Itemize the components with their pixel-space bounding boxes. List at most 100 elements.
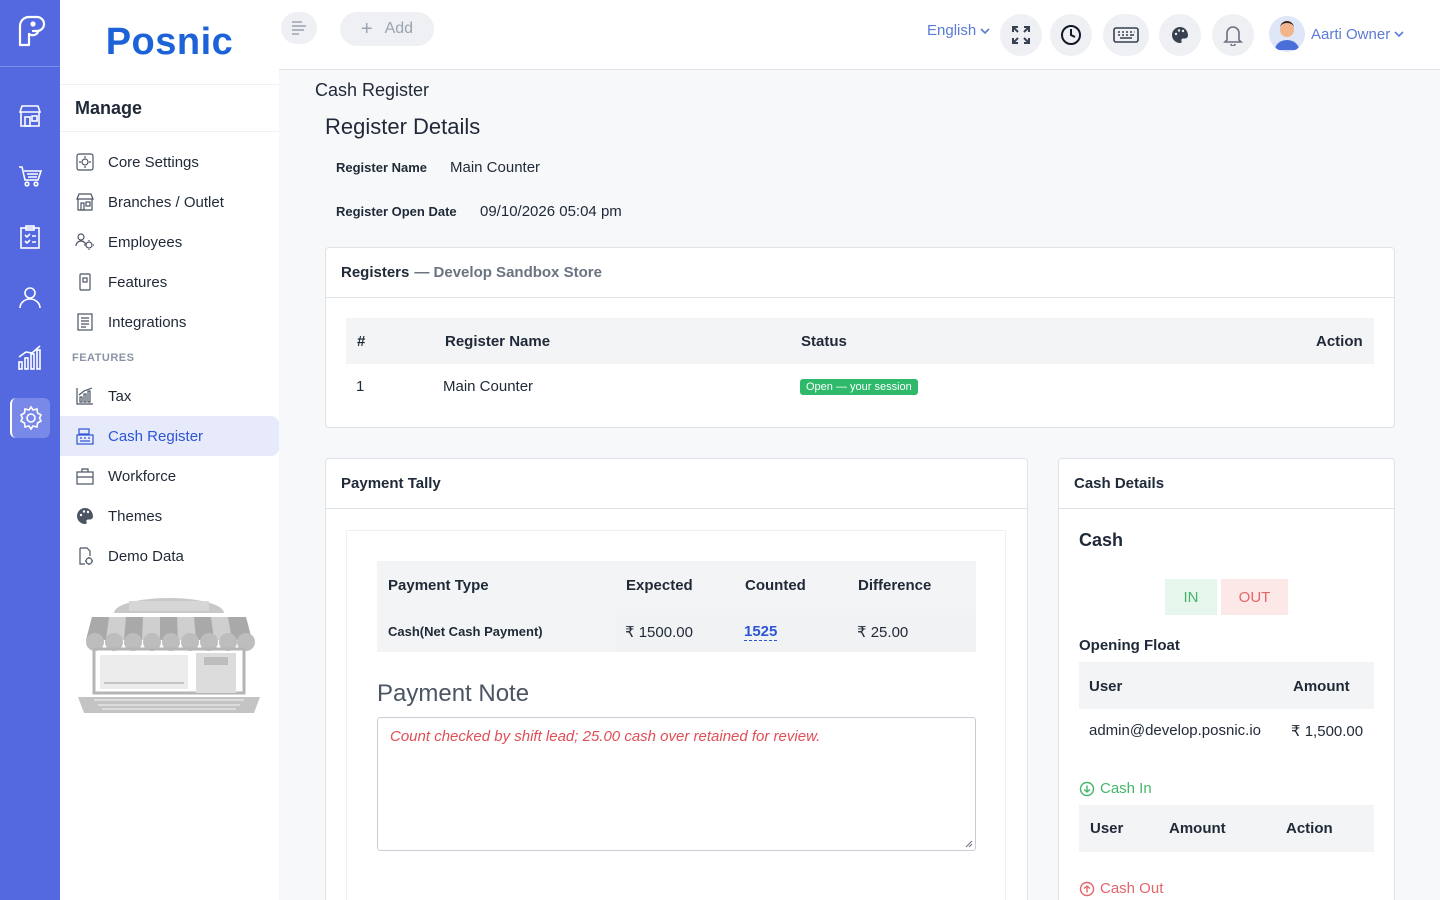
app-logo-icon[interactable] xyxy=(12,14,48,50)
cart-icon[interactable] xyxy=(10,156,50,196)
user-name: Aarti Owner xyxy=(1311,25,1391,43)
menu-icon xyxy=(292,21,306,35)
payment-type-cell: Cash(Net Cash Payment) xyxy=(388,624,543,639)
sidebar-item-features[interactable]: Features xyxy=(60,262,279,302)
settings-icon[interactable] xyxy=(10,398,50,438)
language-dropdown[interactable]: English xyxy=(927,22,991,39)
branches-icon xyxy=(75,192,95,212)
sidebar-item-demo-data[interactable]: Demo Data xyxy=(60,536,279,576)
open-date-value: 09/10/2026 05:04 pm xyxy=(480,203,622,220)
column-header: Action xyxy=(1316,333,1363,350)
brand-logo[interactable]: Posnic xyxy=(60,0,279,84)
cash-in-button[interactable]: IN xyxy=(1165,579,1217,615)
sidebar-item-label: Workforce xyxy=(108,467,177,485)
avatar xyxy=(1269,16,1305,52)
payment-note-title: Payment Note xyxy=(377,680,530,707)
sidebar-item-cash-register[interactable]: Cash Register xyxy=(60,416,279,456)
registers-card-header: Registers — Develop Sandbox Store xyxy=(326,248,1394,298)
palette-icon xyxy=(75,506,95,526)
counted-editable-value[interactable]: 1525 xyxy=(744,623,778,641)
opening-float-title: Opening Float xyxy=(1079,637,1180,654)
cash-details-header: Cash Details xyxy=(1059,459,1394,509)
cash-heading: Cash xyxy=(1079,530,1124,550)
column-header: Counted xyxy=(745,577,806,594)
sidebar-section-label: FEATURES xyxy=(72,352,135,364)
store-icon[interactable] xyxy=(10,96,50,136)
language-label: English xyxy=(927,22,977,39)
sidebar-item-label: Core Settings xyxy=(108,153,199,171)
sidebar-item-label: Branches / Outlet xyxy=(108,193,224,211)
bell-icon[interactable] xyxy=(1212,14,1254,56)
table-cell-register-name: Main Counter xyxy=(443,378,534,395)
clipboard-icon[interactable] xyxy=(10,217,50,257)
difference-cell: ₹ 25.00 xyxy=(857,624,909,641)
sidebar-item-label: Tax xyxy=(108,387,132,405)
sidebar-heading: Manage xyxy=(60,84,279,132)
chevron-down-icon xyxy=(1394,31,1404,38)
integrations-icon xyxy=(75,312,95,332)
arrow-up-circle-icon xyxy=(1079,881,1095,896)
payment-note-textarea[interactable]: Count checked by shift lead; 25.00 cash … xyxy=(377,717,976,851)
arrow-down-circle-icon xyxy=(1079,781,1095,796)
payment-tally-header: Payment Tally xyxy=(326,459,1027,509)
resize-handle-icon[interactable] xyxy=(965,840,973,848)
column-header: Payment Type xyxy=(388,577,489,594)
registers-card-title: Registers xyxy=(341,264,410,281)
cash-in-label: Cash In xyxy=(1100,780,1152,797)
sidebar-item-core-settings[interactable]: Core Settings xyxy=(60,142,279,182)
column-header: User xyxy=(1090,820,1124,837)
registers-card-subtitle: — Develop Sandbox Store xyxy=(414,264,602,281)
page-title: Register Details xyxy=(325,114,481,139)
column-header: Expected xyxy=(626,577,693,594)
sidebar-item-label: Themes xyxy=(108,507,163,525)
sidebar-item-themes[interactable]: Themes xyxy=(60,496,279,536)
sidebar-item-label: Demo Data xyxy=(108,547,184,565)
expected-cell: ₹ 1500.00 xyxy=(625,624,693,641)
workforce-icon xyxy=(75,466,95,486)
cash-register-icon xyxy=(75,426,95,446)
add-button[interactable]: + Add xyxy=(340,12,434,46)
status-badge: Open — your session xyxy=(800,379,918,395)
chevron-down-icon xyxy=(980,27,990,34)
payment-note-text: Count checked by shift lead; 25.00 cash … xyxy=(390,728,821,745)
cash-out-label: Cash Out xyxy=(1100,880,1164,897)
analytics-icon[interactable] xyxy=(10,338,50,378)
user-menu[interactable]: Aarti Owner xyxy=(1269,16,1405,52)
cash-in-link[interactable]: Cash In xyxy=(1079,780,1152,797)
keyboard-icon[interactable] xyxy=(1103,14,1149,56)
user-icon[interactable] xyxy=(10,277,50,317)
storefront-illustration xyxy=(78,598,260,713)
sidebar-item-label: Integrations xyxy=(108,313,187,331)
column-header: Difference xyxy=(858,577,932,594)
register-name-value: Main Counter xyxy=(450,159,541,176)
clock-icon[interactable] xyxy=(1050,14,1092,56)
sidebar-item-integrations[interactable]: Integrations xyxy=(60,302,279,342)
sidebar-item-workforce[interactable]: Workforce xyxy=(60,456,279,496)
cash-out-button[interactable]: OUT xyxy=(1221,579,1288,615)
plus-icon: + xyxy=(360,17,373,40)
employees-icon xyxy=(75,232,95,252)
float-amount-cell: ₹ 1,500.00 xyxy=(1291,723,1364,740)
menu-toggle-button[interactable] xyxy=(281,12,317,44)
cash-out-link[interactable]: Cash Out xyxy=(1079,880,1163,897)
float-user-cell: admin@develop.posnic.io xyxy=(1089,722,1261,739)
column-header: User xyxy=(1089,678,1123,695)
add-button-label: Add xyxy=(384,20,414,37)
rail-divider xyxy=(0,66,60,67)
table-cell-num: 1 xyxy=(356,378,365,395)
column-header: # xyxy=(357,333,366,350)
column-header: Amount xyxy=(1169,820,1226,837)
column-header: Status xyxy=(801,333,847,350)
fullscreen-icon[interactable] xyxy=(1000,14,1042,56)
sidebar-item-branches[interactable]: Branches / Outlet xyxy=(60,182,279,222)
demo-data-icon xyxy=(75,546,95,566)
breadcrumb: Cash Register xyxy=(315,80,430,100)
sidebar-item-tax[interactable]: Tax xyxy=(60,376,279,416)
open-date-label: Register Open Date xyxy=(336,204,457,219)
icon-rail xyxy=(0,0,60,900)
theme-palette-icon[interactable] xyxy=(1159,14,1201,56)
sidebar-item-employees[interactable]: Employees xyxy=(60,222,279,262)
sidebar: Posnic Manage Core Settings Branches / O… xyxy=(60,0,279,900)
sidebar-item-label: Features xyxy=(108,273,168,291)
tax-icon xyxy=(75,386,95,406)
